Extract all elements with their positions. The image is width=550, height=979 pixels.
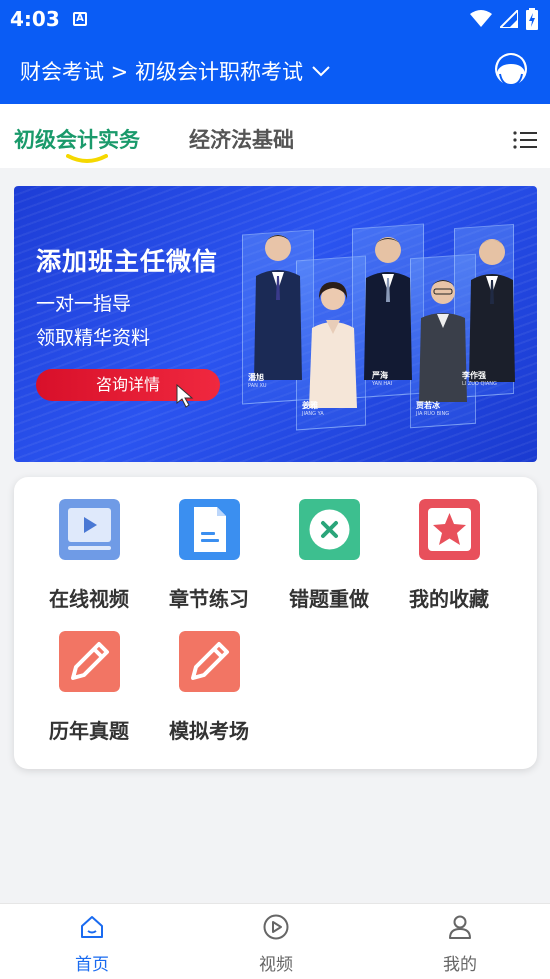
menu-list-icon[interactable] [513, 130, 537, 150]
teacher-name: 李作强 LI ZUO QIANG [462, 371, 497, 387]
status-icons [470, 8, 538, 30]
nav-label: 我的 [443, 955, 477, 975]
grid-item-mock-exam[interactable]: 模拟考场 [149, 631, 269, 751]
tab-economic-law[interactable]: 经济法基础 [189, 124, 294, 154]
teacher-name: 潘旭 PAN XU [248, 373, 267, 389]
signal-icon [500, 10, 518, 28]
chevron-down-icon [312, 66, 330, 77]
person-icon [449, 915, 471, 939]
video-icon [59, 499, 120, 560]
teacher-photo [364, 237, 412, 380]
exam-category-selector[interactable]: 财会考试 > 初级会计职称考试 [20, 56, 331, 86]
grid-item-label: 历年真题 [49, 719, 129, 743]
grid-item-label: 章节练习 [169, 587, 249, 611]
teacher-name: 严海 YAN HAI [372, 371, 393, 387]
teacher-photo [254, 235, 302, 380]
nav-mine[interactable]: 我的 [400, 904, 520, 979]
star-icon [419, 499, 480, 560]
tab-active-indicator [66, 154, 108, 163]
teacher-photo [469, 239, 515, 382]
promo-banner[interactable]: 添加班主任微信 一对一指导 领取精华资料 咨询详情 潘旭 PAN XU 姜雅 JIA… [14, 186, 537, 462]
nav-home[interactable]: 首页 [32, 904, 152, 979]
exam-category-label: 财会考试 > 初级会计职称考试 [20, 60, 303, 84]
status-bar: 4:03 A [0, 0, 550, 38]
grid-item-label: 在线视频 [49, 587, 129, 611]
home-icon [81, 916, 103, 938]
banner-line-1: 一对一指导 [36, 293, 132, 315]
teacher-name: 贾若冰 JIA RUO BING [416, 401, 450, 417]
pencil-icon [59, 631, 120, 692]
user-avatar-icon[interactable] [494, 52, 528, 88]
battery-icon [526, 8, 538, 30]
banner-line-2: 领取精华资料 [36, 327, 151, 349]
app-header: 4:03 A 财会考试 > 初级会计职称考试 [0, 0, 550, 104]
grid-item-past-papers[interactable]: 历年真题 [29, 631, 149, 751]
grid-item-chapter-practice[interactable]: 章节练习 [149, 499, 269, 619]
nav-video[interactable]: 视频 [216, 904, 336, 979]
teacher-photo [309, 282, 357, 408]
cross-circle-icon [299, 499, 360, 560]
grid-item-label: 我的收藏 [409, 587, 489, 611]
feature-grid: 在线视频 章节练习 错题重做 我的收藏 历年真题 模拟考场 [14, 477, 537, 769]
grid-item-my-favorites[interactable]: 我的收藏 [389, 499, 509, 619]
grid-item-redo-mistakes[interactable]: 错题重做 [269, 499, 389, 619]
nav-label: 视频 [259, 955, 293, 975]
bottom-navigation: 首页 视频 我的 [0, 903, 550, 979]
play-icon [263, 914, 289, 940]
nav-label: 首页 [75, 955, 109, 975]
pencil-icon [179, 631, 240, 692]
banner-headline: 添加班主任微信 [36, 247, 219, 276]
cursor-icon [176, 384, 194, 408]
grid-item-label: 错题重做 [289, 587, 369, 611]
document-icon [179, 499, 240, 560]
wifi-icon [470, 10, 492, 27]
grid-item-label: 模拟考场 [169, 719, 249, 743]
notification-a-icon: A [73, 12, 87, 26]
status-time: 4:03 [10, 7, 60, 31]
grid-item-online-video[interactable]: 在线视频 [29, 499, 149, 619]
teacher-name: 姜雅 JIANG YA [302, 401, 324, 417]
tab-accounting-practice[interactable]: 初级会计实务 [14, 124, 140, 154]
